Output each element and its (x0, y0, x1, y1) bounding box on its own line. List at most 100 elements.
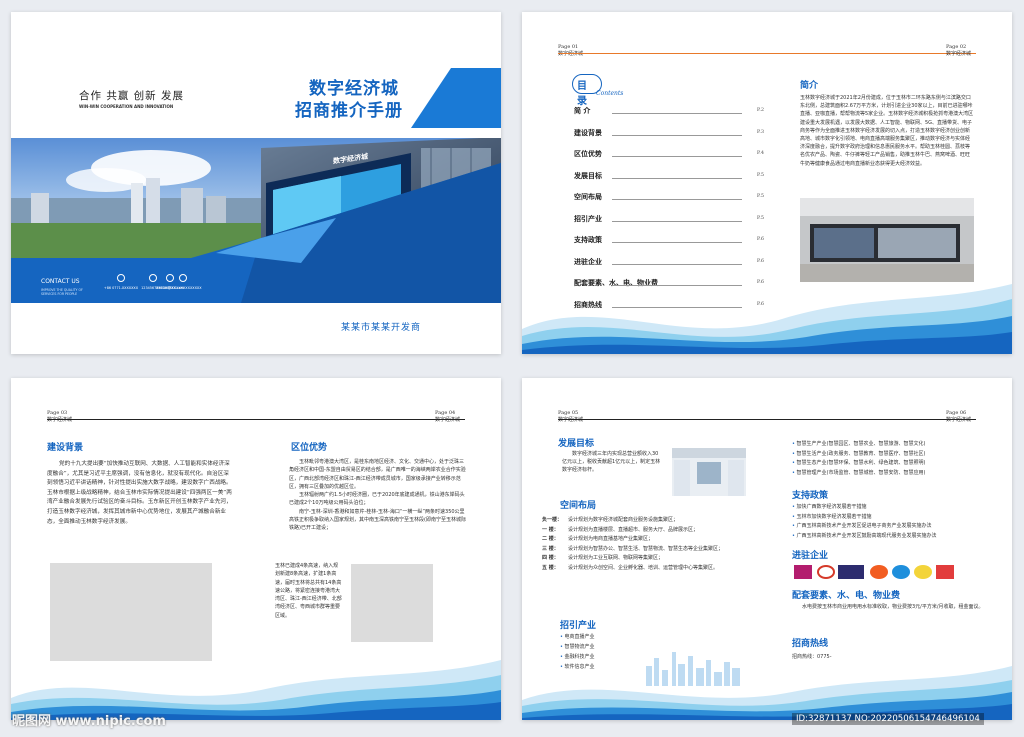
layout-floor: 负一楼： (542, 517, 563, 523)
toc-item-page: P.6 (756, 257, 764, 264)
header-line (558, 419, 976, 420)
support-text: 水电费按玉林市商业用电用水标准收取，物业费按3元/平方米/月收取，租金面议。 (802, 604, 984, 610)
intro-text: 玉林数字经济城于2021年2月份建成，位于玉林市二环东路东侧与江滨路交口东北侧，… (800, 95, 974, 167)
layout-floor: 一 楼： (542, 526, 559, 533)
cover-blue-band (11, 68, 501, 303)
cover-page: 合作 共赢 创新 发展 WIN-WIN COOPERATION AND INNO… (11, 12, 501, 354)
layout-text: 设计规划为智慧办公、智慧生活、智慧物流、智慧生态等企业集聚区； (568, 545, 724, 552)
layout-item: 二 楼： 设计规划为电商直播基地产业集聚区； (542, 535, 752, 544)
toc-item-label: 发展目标 (574, 170, 602, 180)
toc-leader-line (612, 134, 742, 136)
layout-floor: 三 楼： (542, 545, 559, 552)
location-title: 区位优势 (291, 443, 328, 453)
toc-title: 目录 (577, 81, 587, 107)
toc-item-page: P.5 (756, 214, 764, 221)
enterprise-logo (817, 565, 835, 579)
toc-intro-page: Page 01 数字经济城 Page 02 数字经济城 目录 Contents 简 … (522, 12, 1012, 354)
toc-title-en: Contents (596, 90, 624, 97)
toc-item-label: 建设背景 (574, 127, 602, 137)
background-text: 党的十九大提出要“加快推动互联网、大数据、人工智能和实体经济深度融合”，尤其是习… (47, 461, 232, 525)
toc-item-label: 支持政策 (574, 235, 602, 244)
toc-leader-line (612, 199, 742, 200)
toc-item-label: 进驻企业 (574, 256, 602, 266)
phone-icon (117, 274, 125, 282)
toc-item[interactable]: 简 介 P.2 (574, 106, 764, 118)
toc-leader-line (612, 242, 742, 243)
bullet-item: • 广西玉林高新技术产业开发区促进电子商务产业发展实施办法 (792, 522, 988, 532)
toc-leader-line (612, 263, 742, 265)
bullet-item: • 加快广西数字经济发展若干措施 (792, 503, 988, 513)
layout-list: 负一楼： 设计规划为数字经济城配套商业服务设施集聚区； 一 楼： 设计规划为直播楼层、… (542, 516, 752, 574)
location-text-block: 玉林毗邻粤港澳大湾区，是桂东南地区经济、文化、交通中心，处于泛珠三角经济区和中国… (289, 458, 467, 533)
enterprise-logo (870, 565, 888, 579)
bullet-item: • 智慧生态产业(智慧环保、智慧水利、绿色建筑、智慧照明) (792, 459, 982, 469)
enterprise-logo (892, 565, 910, 579)
toc-item[interactable]: 招引产业 P.5 (574, 214, 764, 226)
header-line (558, 53, 976, 54)
bullet-text: 智慧生活产业(政务服务、智慧教育、智慧医疗、智慧社区) (796, 450, 926, 457)
toc-item[interactable]: 发展目标 P.5 (574, 171, 764, 183)
toc-leader-line (612, 113, 742, 114)
industry-title: 招引产业 (560, 621, 597, 631)
hall-photo (672, 448, 746, 496)
bullet-text: 玉林市加快数字经济发展若干措施 (796, 513, 872, 520)
contact-sub: IMPROVE THE QUALITY OF SERVICES FOR PEOP… (41, 288, 83, 296)
goal-text: 数字经济城三年内实现总营业额收入30亿元以上，税收贡献超1亿元以上，制定玉林数字… (562, 451, 661, 474)
layout-item: 三 楼： 设计规划为智慧办公、智慧生活、智慧物流、智慧生态等企业集聚区； (542, 545, 752, 554)
smart-industry-list: • 智慧生产产业(智慧园区、智慧农业、智慧旅游、智慧文化) • 智慧生活产业(政务… (792, 440, 982, 478)
bullet-item: • 玉林市加快数字经济发展若干措施 (792, 513, 988, 523)
enterprise-logo (838, 565, 864, 579)
toc-item-page: P.5 (756, 171, 764, 178)
toc-item-label: 区位优势 (574, 149, 602, 158)
toc-item-label: 空间布局 (574, 192, 602, 201)
layout-item: 一 楼： 设计规划为直播楼层、直播超市、服务大厅、品牌展示区； (542, 526, 752, 535)
toc-item-label: 招引产业 (574, 213, 602, 223)
toc-leader-line (612, 156, 742, 157)
wave-decoration (11, 660, 501, 720)
toc-item[interactable]: 空间布局 P.5 (574, 192, 764, 204)
layout-floor: 五 楼： (542, 564, 559, 571)
bullet-item: • 智慧生产产业(智慧园区、智慧农业、智慧旅游、智慧文化) (792, 440, 982, 450)
goal-title: 发展目标 (558, 439, 595, 449)
toc-item-page: P.6 (756, 236, 764, 242)
bullet-text: 加快广西数字经济发展若干措施 (796, 504, 867, 510)
layout-title: 空间布局 (560, 501, 597, 511)
watermark-right: ID:32871137 NO:20220506154746496104 (792, 713, 984, 725)
contact-address: XXXXXXXXXXXXXXXX (161, 274, 205, 290)
enterprise-logo (794, 565, 812, 579)
page-number-left: Page 05 数字经济城 (558, 410, 584, 423)
wave-decoration (522, 284, 1012, 354)
toc-item[interactable]: 区位优势 P.4 (574, 149, 764, 161)
enterprise-title: 进驻企业 (792, 551, 829, 561)
toc-leader-line (612, 177, 742, 179)
toc-item[interactable]: 支持政策 P.6 (574, 235, 764, 247)
bullet-item: • 智慧生活产业(政务服务、智慧教育、智慧医疗、智慧社区) (792, 450, 982, 460)
layout-text: 设计规划为数字经济城配套商业服务设施集聚区； (568, 517, 679, 523)
bullet-text: 智慧生产产业(智慧园区、智慧农业、智慧旅游、智慧文化) (796, 441, 926, 447)
background-title: 建设背景 (47, 443, 84, 453)
toc-item-page: P.4 (756, 150, 764, 156)
enterprise-logo (936, 565, 954, 579)
wave-decoration (522, 666, 1012, 720)
enterprise-logo (914, 565, 932, 579)
layout-text: 设计规划为工业互联网、物联网等集聚区； (568, 555, 664, 562)
page-number-left: Page 01 数字经济城 (558, 44, 584, 57)
policy-list: • 加快广西数字经济发展若干措施 • 玉林市加快数字经济发展若干措施 • 广西玉林高… (792, 503, 988, 541)
page-number-right: Page 04 数字经济城 (435, 410, 461, 423)
toc-item[interactable]: 进驻企业 P.6 (574, 257, 764, 269)
background-location-page: Page 03 数字经济城 Page 04 数字经济城 建设背景 党的十九大提出要“… (11, 378, 501, 720)
bullet-text: 智慧生态产业(智慧环保、智慧水利、绿色建筑、智慧照明) (796, 460, 926, 466)
bullet-text: 广西玉林高新技术产业开发区促进电子商务产业发展实施办法 (796, 523, 932, 529)
layout-text: 设计规划为众创空间、企业孵化器、培训、运营管理中心等集聚区。 (568, 564, 719, 571)
page-number-right: Page 02 数字经济城 (946, 44, 972, 57)
layout-item: 五 楼： 设计规划为众创空间、企业孵化器、培训、运营管理中心等集聚区。 (542, 564, 752, 573)
bullet-text: 广西玉林高新技术产业开发区鼓励高端现代服务业发展实施办法 (796, 532, 937, 539)
layout-floor: 二 楼： (542, 536, 559, 543)
layout-item: 负一楼： 设计规划为数字经济城配套商业服务设施集聚区； (542, 516, 752, 525)
lobby-photo (800, 198, 974, 282)
toc-item[interactable]: 建设背景 P.3 (574, 128, 764, 140)
image-placeholder (351, 564, 433, 642)
watermark-left: 昵图网 www.nipic.com (12, 714, 166, 729)
bullet-item: • 智慧管理产业(市场监管、智慧城管、智慧安防、智慧应用) (792, 469, 982, 479)
location-paragraph: 玉林辐射两广约1.5小时经济圈，已于2020年底建成通机，铁山港东岸码头已建成2… (289, 492, 465, 507)
